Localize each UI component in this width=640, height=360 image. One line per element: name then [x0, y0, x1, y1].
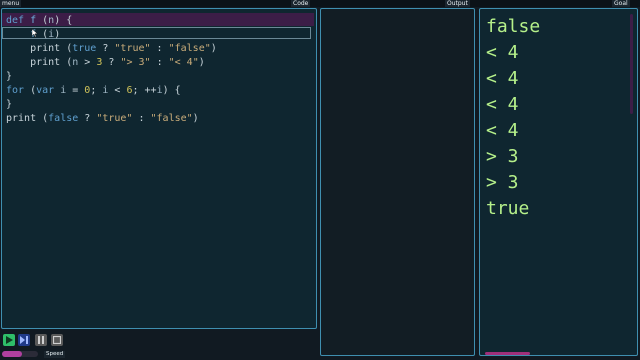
menu-button[interactable]: menu	[0, 0, 22, 7]
goal-output: false < 4 < 4 < 4 < 4 > 3 > 3 true	[486, 14, 540, 222]
pause-icon	[38, 336, 44, 344]
code-token: "< 4"	[168, 57, 199, 68]
stop-button[interactable]	[51, 334, 63, 346]
code-token: for	[6, 85, 25, 96]
code-token: var	[36, 85, 61, 96]
code-token: "true"	[96, 113, 133, 124]
pause-button[interactable]	[35, 334, 47, 346]
goal-line: > 3	[486, 146, 519, 167]
goal-vertical-scrollbar[interactable]	[630, 14, 633, 114]
stop-icon	[53, 336, 61, 344]
play-button[interactable]	[3, 334, 15, 346]
code-token: "> 3"	[120, 57, 151, 68]
goal-line: > 3	[486, 172, 519, 193]
goal-line: < 4	[486, 42, 519, 63]
code-token: ?	[78, 113, 97, 124]
code-token: false	[48, 113, 79, 124]
code-token: (	[36, 15, 49, 26]
code-line[interactable]: print (false ? "true" : "false")	[6, 112, 217, 126]
code-token: ; ++	[132, 85, 157, 96]
code-token: >	[78, 57, 97, 68]
play-icon	[6, 336, 13, 344]
output-panel-title: Output	[445, 0, 470, 7]
goal-line: < 4	[486, 68, 519, 89]
speed-slider-fill	[2, 351, 22, 357]
code-token: :	[150, 43, 169, 54]
code-line[interactable]: def f (n) {	[6, 14, 217, 28]
code-token: print	[6, 113, 43, 124]
output-panel	[320, 8, 475, 356]
code-token: )	[54, 29, 61, 40]
goal-panel-title: Goal	[612, 0, 630, 7]
goal-line: < 4	[486, 120, 519, 141]
code-line[interactable]: }	[6, 70, 217, 84]
step-button[interactable]	[18, 334, 30, 346]
code-token: "false"	[150, 113, 193, 124]
step-icon	[20, 336, 28, 344]
speed-label: Speed	[44, 351, 66, 358]
code-token: (	[24, 85, 37, 96]
code-token: ;	[90, 85, 103, 96]
code-token: }	[6, 71, 13, 82]
top-bar	[0, 0, 640, 7]
code-token: <	[108, 85, 127, 96]
code-line[interactable]: for (var i = 0; i < 6; ++i) {	[6, 84, 217, 98]
goal-line: true	[486, 198, 530, 219]
code-token: "false"	[168, 43, 211, 54]
code-token: true	[72, 43, 97, 54]
pointer-cursor-icon	[32, 29, 38, 37]
code-token: def	[6, 15, 31, 26]
code-token: }	[6, 99, 13, 110]
code-token: print	[6, 57, 67, 68]
code-token: ) {	[54, 15, 73, 26]
code-token: )	[198, 57, 205, 68]
code-token: ?	[102, 57, 121, 68]
code-token: ?	[96, 43, 115, 54]
code-panel-title: Code	[291, 0, 311, 7]
code-line[interactable]: print (true ? "true" : "false")	[6, 42, 217, 56]
code-line[interactable]: }	[6, 98, 217, 112]
code-token: print	[6, 43, 67, 54]
goal-line: false	[486, 16, 541, 37]
code-token: )	[210, 43, 217, 54]
code-token: =	[66, 85, 85, 96]
code-line[interactable]: print (n > 3 ? "> 3" : "< 4")	[6, 56, 217, 70]
goal-horizontal-scrollbar[interactable]	[485, 352, 530, 355]
code-token: ) {	[162, 85, 181, 96]
code-token: :	[150, 57, 169, 68]
code-token: )	[192, 113, 199, 124]
code-token: :	[132, 113, 151, 124]
goal-line: < 4	[486, 94, 519, 115]
code-token: "true"	[114, 43, 151, 54]
